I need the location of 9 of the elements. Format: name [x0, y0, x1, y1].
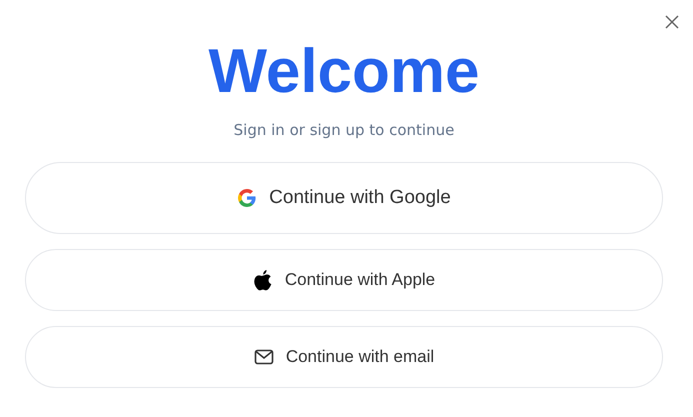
continue-button[interactable]: Continue with email [25, 326, 663, 388]
welcome-title: Welcome [208, 36, 480, 108]
envelope-icon [254, 349, 274, 365]
apple-icon [252, 269, 273, 291]
close-button[interactable] [665, 15, 679, 29]
multicolor-g-icon [237, 188, 258, 208]
continue-button[interactable]: Continue with Google [25, 162, 663, 234]
continue-button[interactable]: Continue with Apple [25, 249, 663, 311]
subtitle: Sign in or sign up to continue [234, 120, 454, 140]
